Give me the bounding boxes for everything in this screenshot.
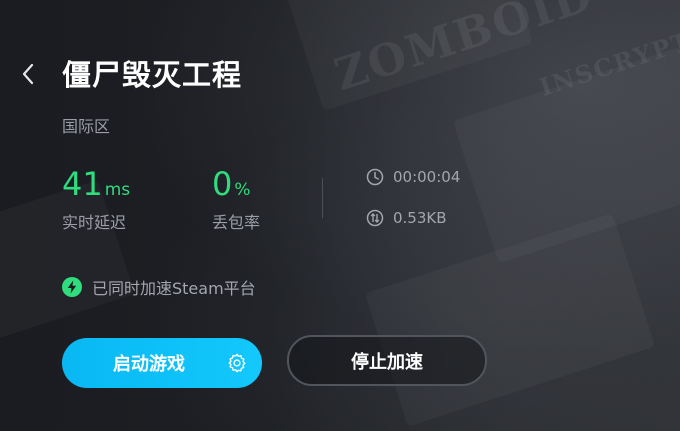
packet-loss-label: 丢包率 [212,213,261,232]
stop-accel-button[interactable]: 停止加速 [287,335,487,386]
lightning-icon [62,277,82,297]
stop-accel-label: 停止加速 [351,351,423,373]
latency-label: 实时延迟 [62,213,127,232]
launch-game-label: 启动游戏 [113,354,185,375]
packet-loss-unit: % [234,180,251,200]
traffic-row: 0.53KB [366,209,447,227]
latency-value: 41 ms [62,164,130,210]
traffic-value: 0.53KB [393,209,447,227]
gear-icon[interactable] [226,352,248,374]
launch-game-button[interactable]: 启动游戏 [62,338,262,388]
traffic-icon [366,209,384,227]
steam-accel-text: 已同时加速Steam平台 [92,279,256,298]
bg-tile [365,213,656,426]
steam-accel-notice: 已同时加速Steam平台 [62,275,256,299]
latency-number: 41 [62,165,103,203]
chevron-left-icon [22,63,34,85]
region-label: 国际区 [62,117,111,136]
latency-unit: ms [104,180,131,200]
duration-value: 00:00:04 [393,168,461,186]
packet-loss-value: 0% [212,164,251,210]
clock-icon [366,168,384,186]
back-button[interactable] [16,62,40,86]
duration-row: 00:00:04 [366,168,460,186]
page-title: 僵尸毁灭工程 [62,58,243,92]
packet-loss-number: 0 [212,165,233,203]
stats-divider [322,178,323,218]
